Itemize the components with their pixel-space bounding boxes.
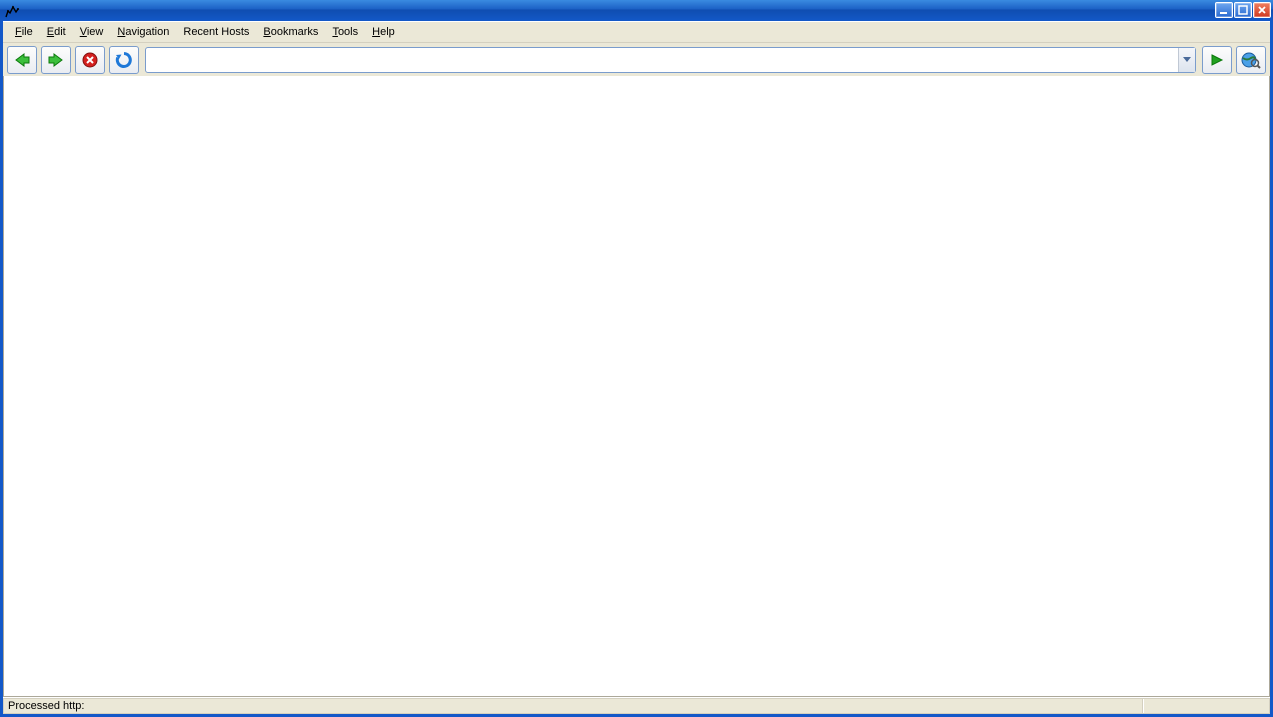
minimize-button[interactable] <box>1215 2 1233 18</box>
go-button[interactable] <box>1202 46 1232 74</box>
close-button[interactable] <box>1253 2 1271 18</box>
forward-button[interactable] <box>41 46 71 74</box>
address-bar <box>145 47 1196 73</box>
status-cell <box>1142 699 1269 713</box>
menu-recent-hosts[interactable]: Recent Hosts <box>177 24 255 40</box>
content-area <box>3 76 1270 697</box>
stop-button[interactable] <box>75 46 105 74</box>
menu-view[interactable]: View <box>74 24 110 40</box>
menu-help[interactable]: Help <box>366 24 401 40</box>
back-button[interactable] <box>7 46 37 74</box>
status-bar: Processed http: <box>3 698 1270 714</box>
address-input[interactable] <box>146 48 1178 72</box>
menu-bar: File Edit View Navigation Recent Hosts B… <box>3 21 1270 43</box>
menu-tools[interactable]: Tools <box>326 24 364 40</box>
title-bar <box>0 0 1273 21</box>
app-icon <box>4 3 20 19</box>
status-text: Processed http: <box>4 700 1142 712</box>
menu-bookmarks[interactable]: Bookmarks <box>257 24 324 40</box>
address-dropdown-button[interactable] <box>1178 48 1195 72</box>
maximize-button[interactable] <box>1234 2 1252 18</box>
menu-edit[interactable]: Edit <box>41 24 72 40</box>
window-controls <box>1215 2 1271 18</box>
menu-file[interactable]: File <box>9 24 39 40</box>
reload-button[interactable] <box>109 46 139 74</box>
browse-button[interactable] <box>1236 46 1266 74</box>
menu-navigation[interactable]: Navigation <box>111 24 175 40</box>
toolbar <box>3 43 1270 78</box>
